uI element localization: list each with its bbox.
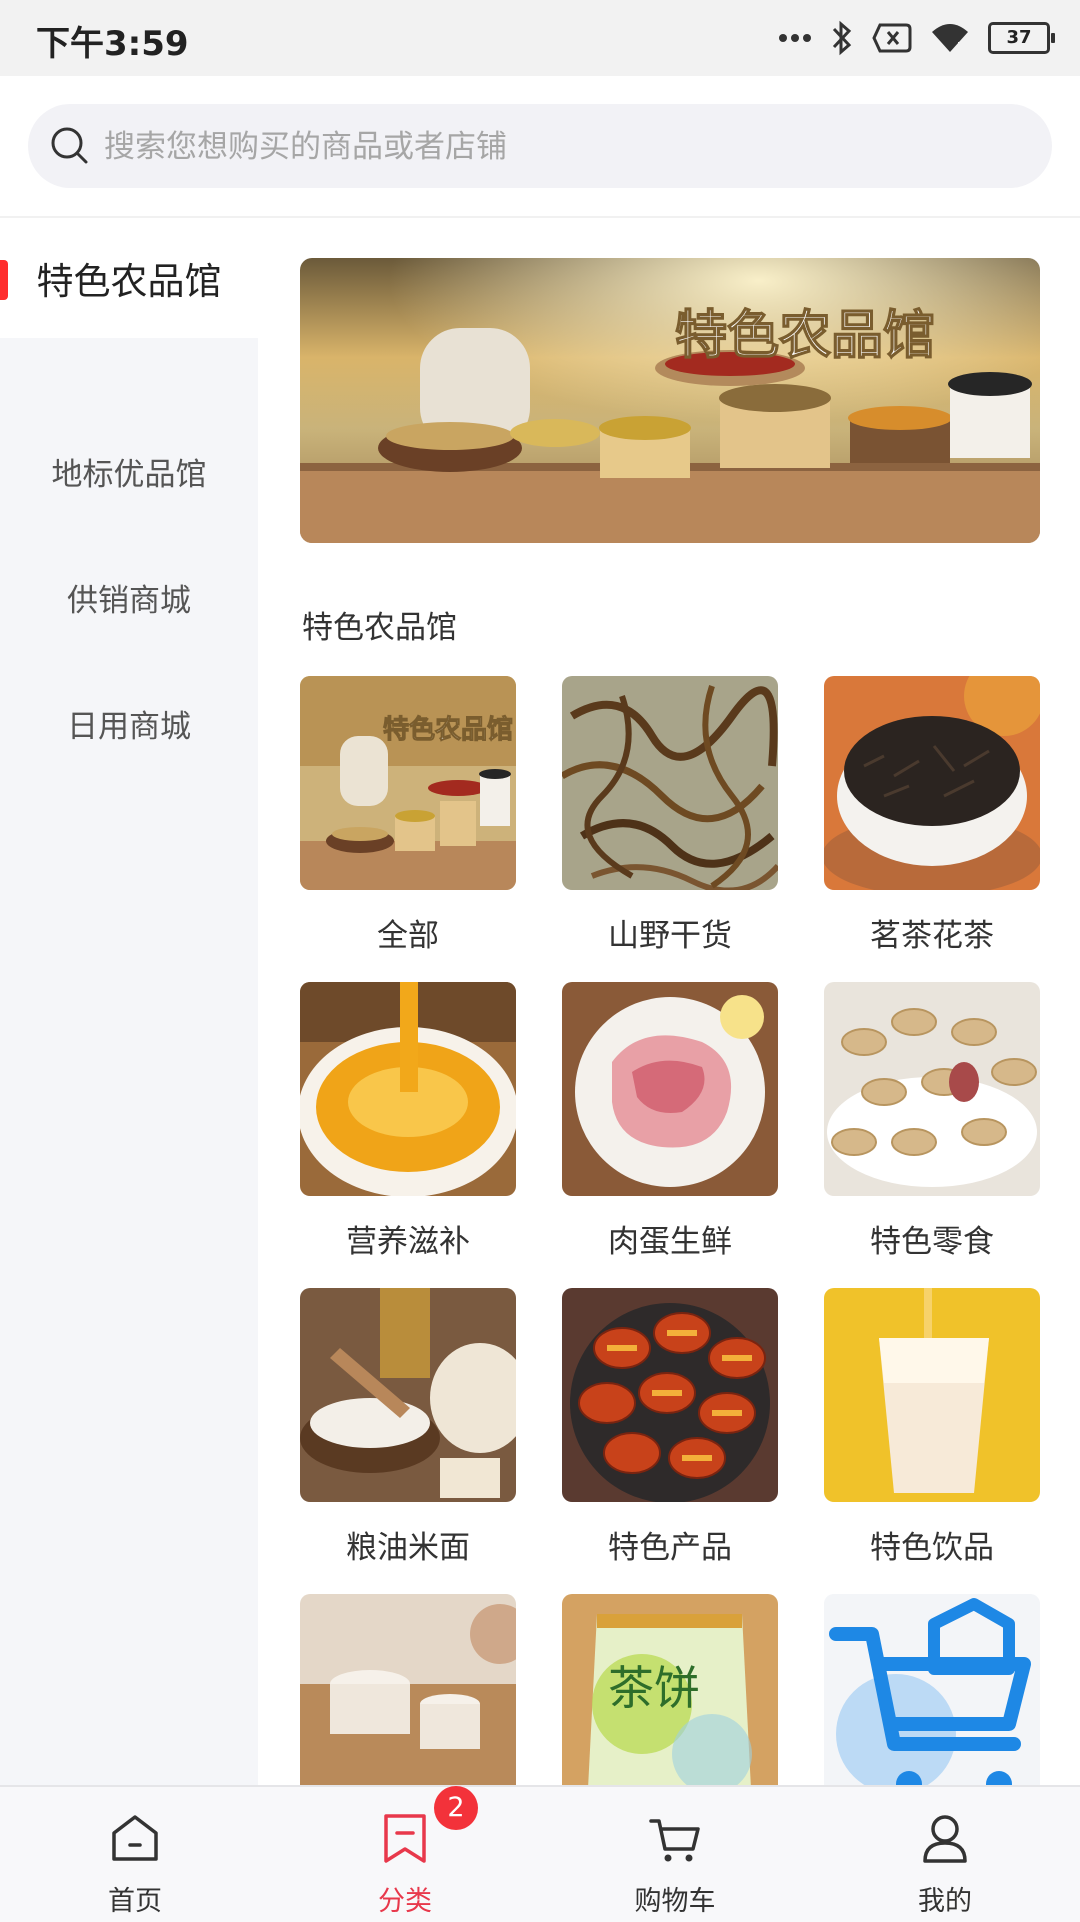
category-item-all[interactable]: 特色农品馆 全部	[300, 676, 516, 955]
sidebar-item-label: 特色农品馆	[36, 260, 222, 303]
category-thumb	[300, 1288, 516, 1502]
sidebar-item-landmark[interactable]: 地标优品馆	[0, 441, 258, 501]
category-thumb	[562, 982, 778, 1196]
category-sidebar: 特色农品馆 地标优品馆 供销商城 日用商城	[0, 218, 258, 1785]
tab-label: 购物车	[634, 1886, 716, 1917]
category-item-meat-fresh[interactable]: 肉蛋生鲜	[562, 982, 778, 1261]
category-thumb	[300, 1594, 516, 1785]
category-thumb: 特色农品馆	[300, 676, 516, 890]
category-bookmark-icon	[384, 1814, 426, 1863]
bottom-tab-bar: 首页 分类 购物车 我的	[0, 1785, 1080, 1922]
category-thumb	[300, 982, 516, 1196]
tab-label: 我的	[918, 1886, 972, 1917]
category-thumb	[824, 1594, 1040, 1785]
tab-cart[interactable]: 购物车	[540, 1787, 810, 1922]
cart-count-badge: 2	[434, 1786, 478, 1830]
category-item-tea-cake[interactable]: 茶饼	[562, 1594, 778, 1785]
shopping-cart-icon	[824, 1594, 1040, 1785]
category-label: 特色饮品	[870, 1530, 994, 1566]
category-content: 特色农品馆 特色农品馆 特色农品馆 全部 山野干货 茗茶花茶 营养滋补 肉蛋生鲜…	[258, 218, 1080, 1785]
tab-home[interactable]: 首页	[0, 1787, 270, 1922]
search-bar-area	[0, 76, 1080, 218]
category-item-cart-placeholder[interactable]	[824, 1594, 1040, 1785]
category-label: 山野干货	[608, 918, 732, 954]
tab-mine[interactable]: 我的	[810, 1787, 1080, 1922]
search-input[interactable]	[102, 114, 1006, 180]
tab-label: 分类	[378, 1886, 432, 1917]
category-thumb	[562, 676, 778, 890]
sidebar-item-label: 地标优品馆	[51, 456, 207, 493]
category-thumb	[824, 982, 1040, 1196]
category-label: 特色零食	[870, 1224, 994, 1260]
bluetooth-icon	[832, 20, 852, 56]
search-box[interactable]	[28, 104, 1052, 188]
category-label: 肉蛋生鲜	[608, 1224, 732, 1260]
category-label: 特色产品	[608, 1530, 732, 1566]
status-icons: 37	[778, 20, 1055, 56]
cart-icon	[649, 1819, 700, 1862]
sidebar-item-label: 供销商城	[67, 582, 191, 619]
category-item-nutrition[interactable]: 营养滋补	[300, 982, 516, 1261]
wifi-icon	[932, 24, 968, 52]
more-dots-icon	[779, 34, 811, 42]
category-label: 全部	[377, 918, 439, 954]
promo-banner[interactable]: 特色农品馆	[300, 258, 1040, 543]
banner-image: 特色农品馆	[300, 258, 1040, 543]
banner-title: 特色农品馆	[675, 306, 935, 366]
tab-category[interactable]: 分类	[270, 1787, 540, 1922]
category-label: 茗茶花茶	[870, 918, 994, 954]
category-item-specialty[interactable]: 特色产品	[562, 1288, 778, 1567]
category-thumb: 茶饼	[562, 1594, 778, 1785]
status-bar: 下午3:59 37	[0, 0, 1080, 76]
sidebar-item-label: 日用商城	[67, 708, 191, 745]
sidebar-item-supply-mall[interactable]: 供销商城	[0, 567, 258, 627]
thumb-caption: 茶饼	[608, 1661, 700, 1715]
user-icon	[923, 1815, 967, 1863]
category-label: 粮油米面	[346, 1530, 470, 1566]
search-icon	[51, 127, 88, 164]
battery-icon: 37	[988, 22, 1055, 54]
sim-off-icon	[872, 23, 912, 53]
category-item-kitchenware[interactable]	[300, 1594, 516, 1785]
category-label: 营养滋补	[346, 1224, 470, 1260]
sidebar-item-featured-agri[interactable]: 特色农品馆	[0, 218, 258, 338]
active-indicator	[0, 260, 8, 300]
category-item-mountain-dried[interactable]: 山野干货	[562, 676, 778, 955]
category-item-grain-oil[interactable]: 粮油米面	[300, 1288, 516, 1567]
category-thumb	[562, 1288, 778, 1502]
section-title: 特色农品馆	[302, 610, 457, 646]
home-icon	[112, 1815, 158, 1861]
category-thumb	[824, 676, 1040, 890]
category-thumb	[824, 1288, 1040, 1502]
category-item-drinks[interactable]: 特色饮品	[824, 1288, 1040, 1567]
tab-label: 首页	[108, 1886, 162, 1917]
thumb-caption: 特色农品馆	[383, 714, 513, 745]
sidebar-item-daily-mall[interactable]: 日用商城	[0, 693, 258, 753]
category-item-snacks[interactable]: 特色零食	[824, 982, 1040, 1261]
status-time: 下午3:59	[36, 24, 189, 64]
category-item-tea[interactable]: 茗茶花茶	[824, 676, 1040, 955]
